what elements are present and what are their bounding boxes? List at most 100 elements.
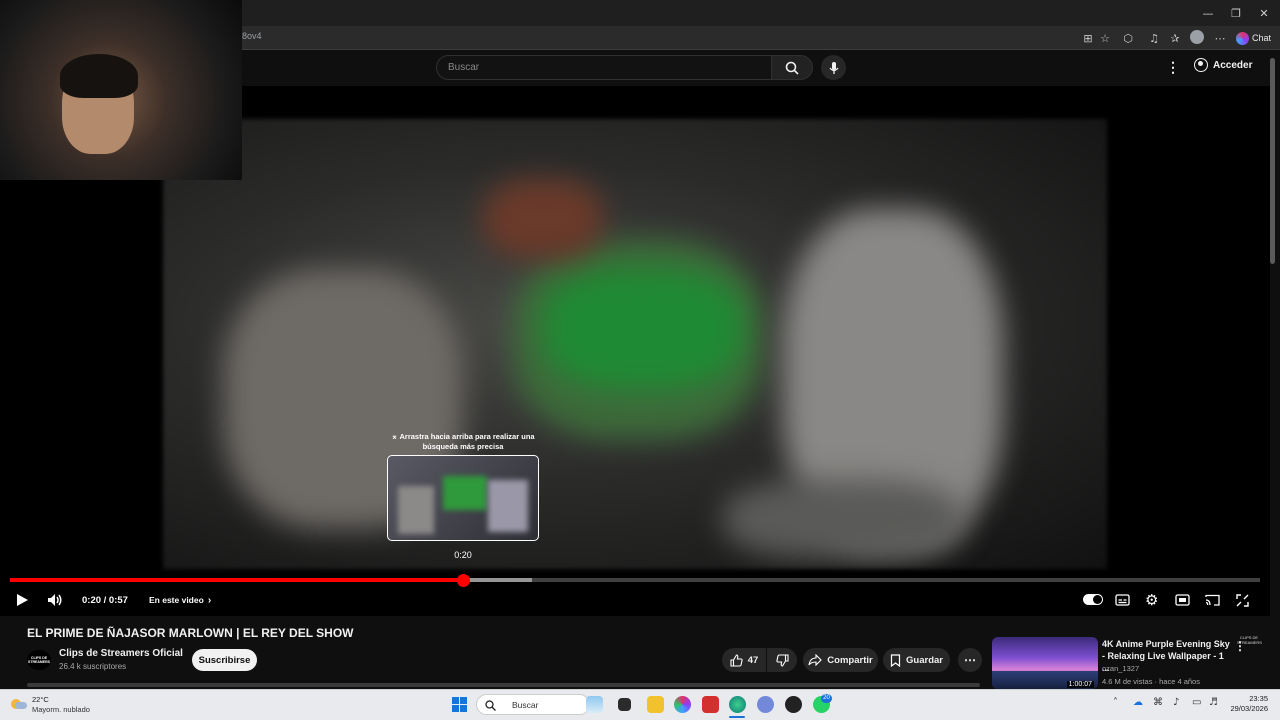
recommendation-duration: 1:00:07 xyxy=(1066,681,1094,688)
copilot-chat-button[interactable]: Chat xyxy=(1236,30,1271,46)
recommendation-thumbnail[interactable]: 1:00:07 xyxy=(992,637,1098,689)
windows-taskbar xyxy=(0,689,1280,720)
signin-label: Acceder xyxy=(1213,59,1253,71)
subscriber-count: 26.4 k suscriptores xyxy=(59,662,127,671)
microphone-icon xyxy=(828,61,839,74)
subtitles-icon xyxy=(1115,594,1130,606)
time-display: 0:20 / 0:57 xyxy=(82,594,128,606)
search-button[interactable] xyxy=(771,55,813,80)
bookmark-star-icon[interactable]: ☆ xyxy=(1098,31,1112,45)
taskbar-search-placeholder: Buscar xyxy=(512,700,539,710)
system-clock[interactable]: 23:35 29/03/2026 xyxy=(1226,694,1268,714)
clock-date: 29/03/2026 xyxy=(1230,704,1268,713)
copilot-icon xyxy=(1236,31,1249,45)
display-icon[interactable]: ▭ xyxy=(1192,697,1201,708)
seek-hint: ⌅ Arrastra hacia arriba para realizar un… xyxy=(391,432,535,451)
taskbar-search-icon xyxy=(485,700,496,711)
network-icon[interactable]: ⌘ xyxy=(1153,697,1163,708)
subtitles-button[interactable] xyxy=(1115,590,1130,610)
edge-browser-icon[interactable] xyxy=(729,696,746,713)
discord-icon[interactable] xyxy=(757,696,774,713)
subscribe-button[interactable]: Suscribirse xyxy=(192,649,257,671)
extensions-icon[interactable]: ⬡ xyxy=(1121,31,1135,45)
notification-badge: 20 xyxy=(821,694,832,703)
recommendation-menu-icon[interactable]: ⋮ xyxy=(1234,639,1246,653)
seek-preview-time: 0:20 xyxy=(454,550,472,560)
search-placeholder: Buscar xyxy=(448,62,480,73)
fullscreen-icon xyxy=(1236,593,1249,607)
close-button[interactable]: ✕ xyxy=(1248,0,1280,26)
account-icon xyxy=(1194,58,1208,72)
fullscreen-button[interactable] xyxy=(1236,590,1249,610)
settings-menu-icon[interactable]: ⋮ xyxy=(1166,59,1180,76)
video-title: EL PRIME DE ÑAJASOR MARLOWN | EL REY DEL… xyxy=(27,626,354,640)
volume-icon xyxy=(48,594,62,606)
address-url[interactable]: 8ov4 xyxy=(242,31,262,41)
channel-avatar-text: CLIPS DE STREAMERS xyxy=(28,656,50,664)
bookmark-icon xyxy=(890,653,901,667)
task-view-icon[interactable] xyxy=(618,698,631,711)
more-menu-icon[interactable]: ⋯ xyxy=(1213,31,1227,45)
chevron-right-icon: › xyxy=(207,594,212,606)
favorites-icon[interactable]: ✰ xyxy=(1168,31,1182,45)
tray-overflow-icon[interactable]: ˄ xyxy=(1113,697,1118,708)
widget-app-icon[interactable] xyxy=(586,696,603,713)
weather-temperature[interactable]: 22°C xyxy=(32,695,49,704)
search-icon xyxy=(785,61,799,75)
save-button[interactable]: Guardar xyxy=(883,648,950,672)
settings-gear-icon[interactable]: ⚙ xyxy=(1145,590,1158,610)
webcam-overlay xyxy=(0,0,242,180)
save-label: Guardar xyxy=(906,654,943,666)
media-player-icon[interactable] xyxy=(785,696,802,713)
video-frame xyxy=(163,119,1107,569)
like-button[interactable]: 47 xyxy=(722,648,766,672)
page-scrollbar[interactable] xyxy=(1270,58,1275,264)
autoplay-toggle[interactable] xyxy=(1083,594,1103,605)
media-icon[interactable]: ♫ xyxy=(1147,31,1161,45)
speaker-icon[interactable]: ♬ xyxy=(1209,697,1218,708)
like-count: 47 xyxy=(747,654,759,666)
share-icon xyxy=(808,654,823,666)
channel-avatar[interactable]: CLIPS DE STREAMERS xyxy=(27,650,51,670)
play-button[interactable] xyxy=(15,590,29,610)
thumbs-down-icon xyxy=(775,653,789,667)
share-label: Compartir xyxy=(827,654,873,666)
active-app-indicator xyxy=(729,716,745,718)
chapters-label: En este video xyxy=(149,595,204,605)
voice-search-button[interactable] xyxy=(821,55,846,80)
more-actions-button[interactable]: ⋯ xyxy=(958,648,982,672)
onedrive-icon[interactable]: ☁ xyxy=(1133,697,1143,708)
mute-button[interactable] xyxy=(47,590,63,610)
signin-button[interactable]: Acceder xyxy=(1194,58,1252,72)
chapters-button[interactable]: En este video › xyxy=(149,590,211,610)
windows-start-icon[interactable] xyxy=(452,697,467,712)
seek-preview-thumbnail xyxy=(387,455,539,541)
miniplayer-icon xyxy=(1175,594,1190,606)
taskbar-search-input[interactable]: Buscar xyxy=(476,694,590,715)
thumbs-up-icon xyxy=(730,653,743,667)
translate-icon[interactable]: ⊞ xyxy=(1081,31,1095,45)
copilot-app-icon[interactable] xyxy=(674,696,691,713)
progress-played xyxy=(10,578,464,582)
search-input[interactable]: Buscar xyxy=(436,55,772,80)
progress-scrubber[interactable] xyxy=(457,574,470,587)
play-icon xyxy=(17,594,28,606)
file-explorer-icon[interactable] xyxy=(647,696,664,713)
weather-description[interactable]: Mayorm. nublado xyxy=(32,705,90,714)
dislike-button[interactable] xyxy=(767,648,797,672)
office-app-icon[interactable] xyxy=(702,696,719,713)
chat-label: Chat xyxy=(1252,33,1272,43)
clock-time: 23:35 xyxy=(1249,694,1268,703)
channel-name[interactable]: Clips de Streamers Oficial xyxy=(59,648,183,659)
recommendation-meta: 4.6 M de vistas · hace 4 años xyxy=(1102,677,1200,686)
cast-icon xyxy=(1205,594,1220,606)
comments-divider xyxy=(27,683,980,687)
share-button[interactable]: Compartir xyxy=(803,648,878,672)
weather-cloud-icon[interactable] xyxy=(11,697,27,709)
profile-avatar-icon[interactable] xyxy=(1190,30,1204,44)
miniplayer-button[interactable] xyxy=(1175,590,1190,610)
cast-button[interactable] xyxy=(1205,590,1220,610)
recommendation-channel[interactable]: ozan_1327 xyxy=(1102,664,1139,673)
webcam-hair xyxy=(60,54,138,98)
microphone-tray-icon[interactable]: ♪ xyxy=(1173,697,1179,708)
